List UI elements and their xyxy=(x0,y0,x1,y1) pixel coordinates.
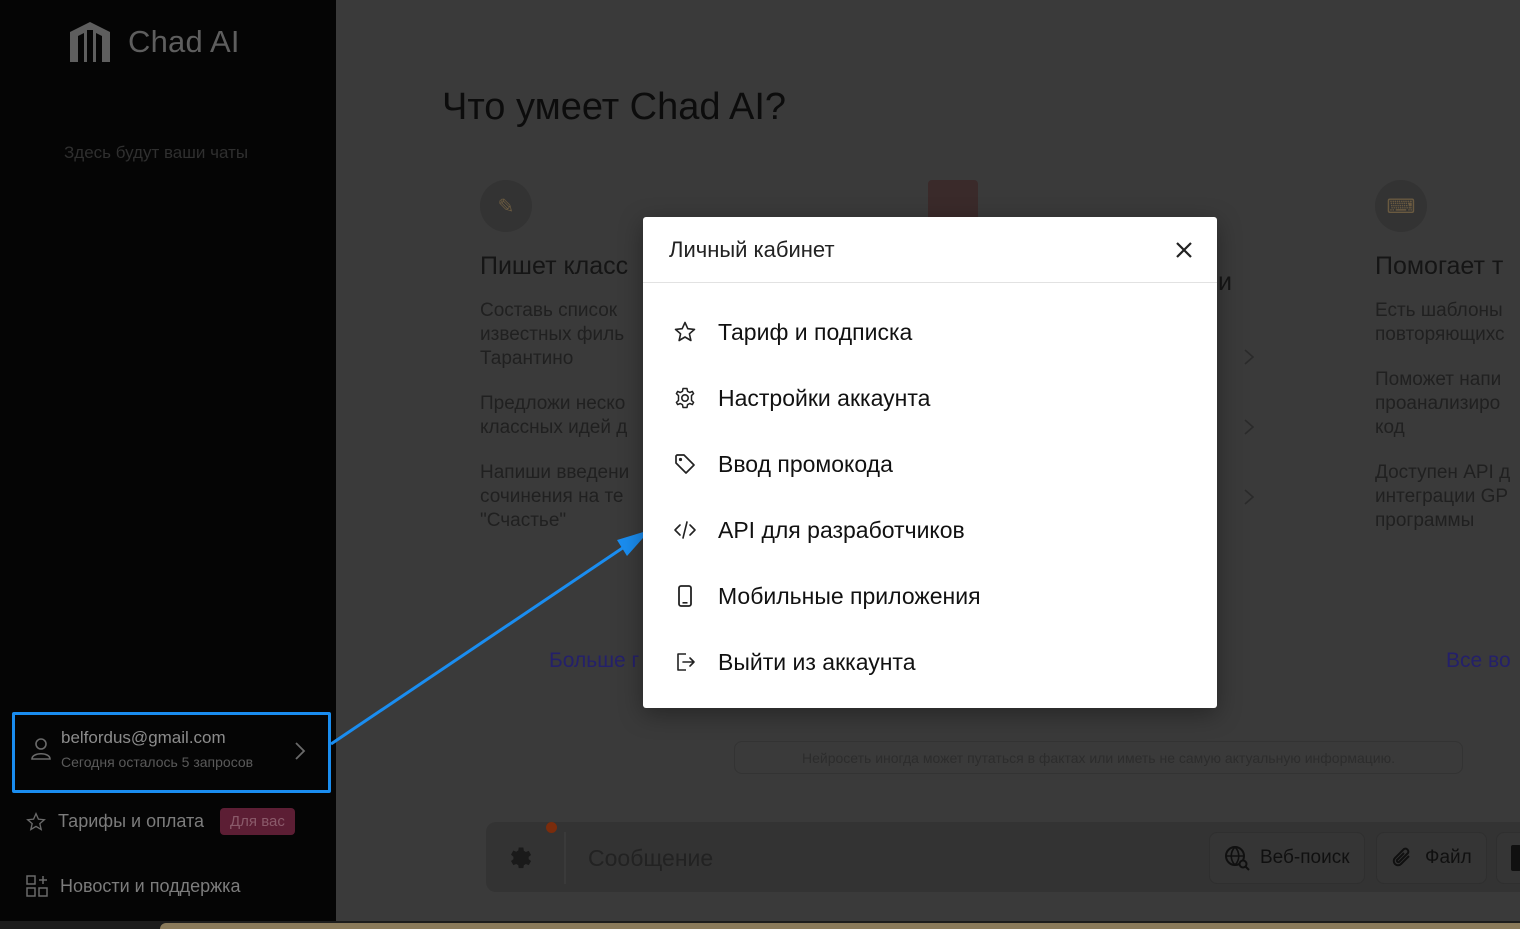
sidebar: Chad AI Здесь будут ваши чаты belfordus@… xyxy=(0,0,336,929)
menu-item-account-settings[interactable]: Настройки аккаунта xyxy=(643,365,1217,431)
example-line[interactable]: Предложи неско xyxy=(480,392,629,416)
example-line[interactable]: Составь список xyxy=(480,299,629,323)
example-line[interactable]: известных филь xyxy=(480,323,629,347)
pencil-icon: ✎ xyxy=(480,180,532,232)
card-title: и xyxy=(1218,268,1232,296)
example-line[interactable]: интеграции GP xyxy=(1375,485,1510,509)
chevron-right-icon xyxy=(1244,489,1255,505)
keyboard-icon: ⌨ xyxy=(1375,180,1427,232)
sidebar-item-label: Тарифы и оплата xyxy=(58,811,204,831)
card-examples: Составь список известных филь Тарантино … xyxy=(480,299,629,533)
code-icon xyxy=(673,518,697,542)
menu-item-logout[interactable]: Выйти из аккаунта xyxy=(643,629,1217,695)
globe-search-icon xyxy=(1225,846,1250,871)
example-line[interactable]: Поможет напи xyxy=(1375,368,1510,392)
chad-logo-icon xyxy=(70,22,110,62)
modal-title: Личный кабинет xyxy=(669,237,835,262)
sidebar-item-news[interactable]: Новости и поддержка xyxy=(26,875,240,897)
star-icon xyxy=(673,320,697,344)
message-input[interactable]: Сообщение xyxy=(588,845,713,872)
menu-item-promo-code[interactable]: Ввод промокода xyxy=(643,431,1217,497)
menu-item-api[interactable]: API для разработчиков xyxy=(643,497,1217,563)
account-button[interactable]: belfordus@gmail.com Сегодня осталось 5 з… xyxy=(12,712,331,793)
menu-item-label: Ввод промокода xyxy=(718,450,893,477)
page-title: Что умеет Chad AI? xyxy=(442,86,787,128)
web-search-button[interactable]: Веб-поиск xyxy=(1209,832,1365,884)
message-composer: Сообщение Веб-поиск Файл xyxy=(486,822,1520,892)
app-logo[interactable]: Chad AI xyxy=(66,20,240,64)
chevron-right-icon xyxy=(295,742,306,760)
tag-icon xyxy=(673,452,697,476)
more-tools-button[interactable] xyxy=(1496,832,1520,884)
user-icon xyxy=(31,738,51,760)
modal-header: Личный кабинет xyxy=(643,217,1217,283)
disclaimer: Нейросеть иногда может путаться в фактах… xyxy=(734,741,1463,774)
example-line[interactable]: сочинения на те xyxy=(480,485,629,509)
web-search-label: Веб-поиск xyxy=(1260,847,1350,868)
for-you-badge: Для вас xyxy=(220,808,295,835)
example-line[interactable]: код xyxy=(1375,416,1510,440)
card-title: Пишет класс xyxy=(480,252,629,280)
sidebar-item-label: Новости и поддержка xyxy=(60,875,241,896)
chevron-right-icon xyxy=(1244,349,1255,365)
menu-item-label: API для разработчиков xyxy=(718,516,965,543)
example-line[interactable]: Есть шаблоны xyxy=(1375,299,1510,323)
menu-item-label: Мобильные приложения xyxy=(718,582,981,609)
account-email: belfordus@gmail.com xyxy=(61,728,226,747)
apps-grid-icon xyxy=(26,875,48,897)
more-link[interactable]: Больше г xyxy=(549,649,639,673)
requests-left: Сегодня осталось 5 запросов xyxy=(61,754,254,770)
menu-item-label: Выйти из аккаунта xyxy=(718,648,916,675)
menu-item-label: Тариф и подписка xyxy=(718,318,913,345)
account-menu: Тариф и подписка Настройки аккаунта Ввод… xyxy=(643,283,1217,695)
menu-item-mobile-apps[interactable]: Мобильные приложения xyxy=(643,563,1217,629)
notification-dot xyxy=(546,822,557,833)
bottom-strip xyxy=(0,921,1520,929)
account-modal: Личный кабинет Тариф и подписка Настройк… xyxy=(643,217,1217,708)
star-outline-icon xyxy=(26,811,46,831)
menu-item-subscription[interactable]: Тариф и подписка xyxy=(643,299,1217,365)
card-title: Помогает т xyxy=(1375,252,1504,280)
empty-chats-hint: Здесь будут ваши чаты xyxy=(64,143,249,162)
document-icon xyxy=(1511,845,1520,871)
example-line[interactable]: повторяющихс xyxy=(1375,323,1510,347)
close-icon xyxy=(1176,242,1192,258)
gear-icon xyxy=(673,386,697,410)
mobile-icon xyxy=(673,584,697,608)
paperclip-icon xyxy=(1392,847,1410,867)
chevron-right-icon xyxy=(1244,419,1255,435)
close-button[interactable] xyxy=(1171,237,1197,263)
example-line[interactable]: "Счастье" xyxy=(480,509,629,533)
capability-card-coding: ⌨ Помогает т Есть шаблоны повторяющихс П… xyxy=(1375,180,1510,533)
menu-item-label: Настройки аккаунта xyxy=(718,384,931,411)
example-line[interactable]: проанализиро xyxy=(1375,392,1510,416)
gear-icon[interactable] xyxy=(506,844,534,872)
example-line[interactable]: программы xyxy=(1375,509,1510,533)
divider xyxy=(564,832,566,884)
app-name: Chad AI xyxy=(128,24,240,59)
example-line[interactable]: Напиши введени xyxy=(480,461,629,485)
sidebar-item-tariffs[interactable]: Тарифы и оплата Для вас xyxy=(26,808,295,835)
attach-file-button[interactable]: Файл xyxy=(1376,832,1487,884)
card-examples: Есть шаблоны повторяющихс Поможет напи п… xyxy=(1375,299,1510,533)
file-label: Файл xyxy=(1425,847,1472,868)
capability-card-writing: ✎ Пишет класс Составь список известных ф… xyxy=(480,180,629,533)
example-line[interactable]: Доступен API д xyxy=(1375,461,1510,485)
logout-icon xyxy=(673,650,697,674)
example-line[interactable]: Тарантино xyxy=(480,347,629,371)
more-link[interactable]: Все во xyxy=(1446,649,1511,673)
example-line[interactable]: классных идей д xyxy=(480,416,629,440)
